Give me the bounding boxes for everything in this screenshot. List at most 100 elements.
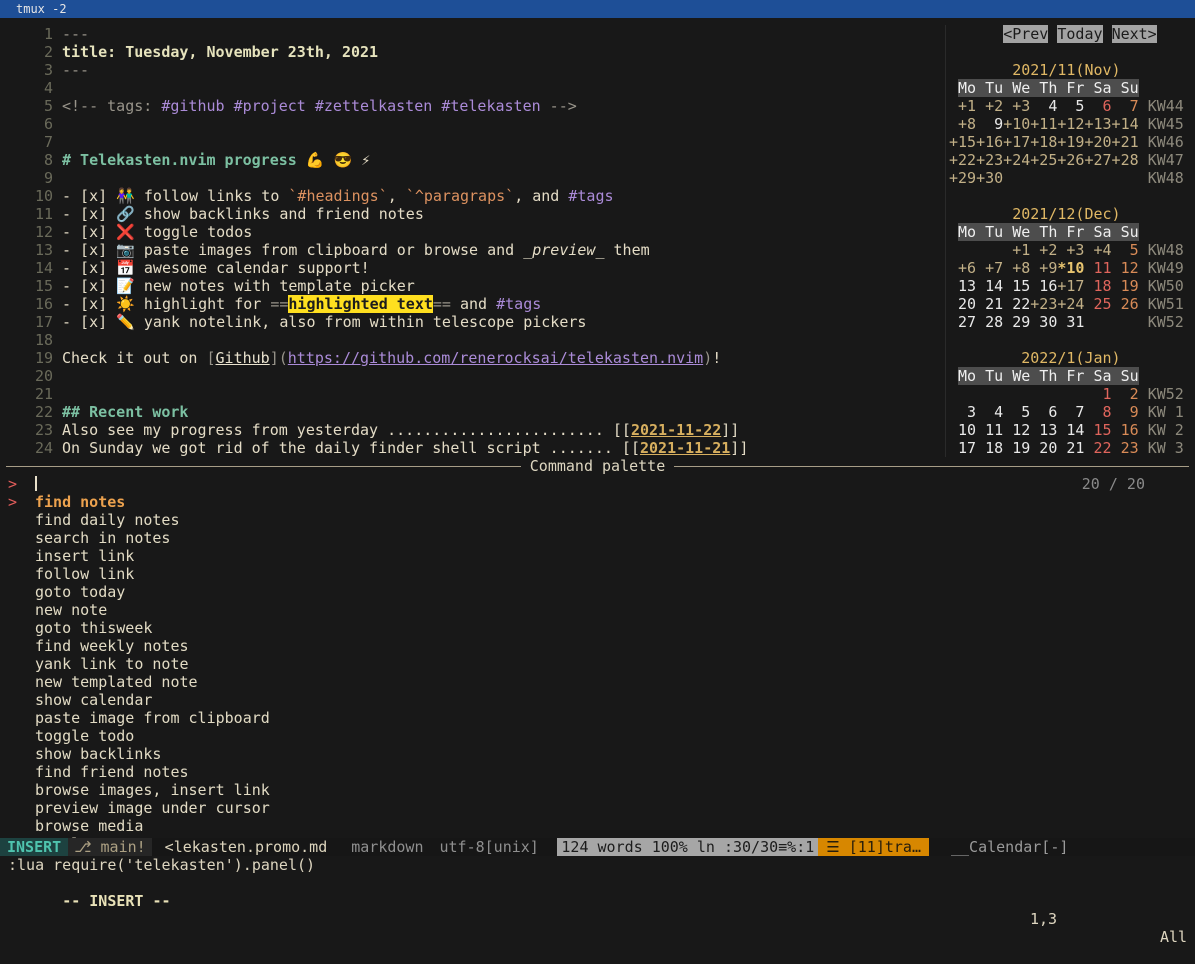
calendar-day[interactable]: 17 18 19 20 21: [949, 439, 1084, 457]
calendar-sunday[interactable]: 5: [1112, 241, 1139, 259]
calendar-prev-button[interactable]: <Prev: [1003, 25, 1048, 43]
selected-item[interactable]: find notes: [35, 493, 125, 511]
calendar-day[interactable]: 3 4 5 6 7: [949, 403, 1084, 421]
wikilink[interactable]: 2021-11-21: [640, 439, 730, 457]
text-cursor[interactable]: [35, 476, 37, 491]
palette-item[interactable]: show backlinks: [0, 745, 1195, 763]
editor-line[interactable]: 18: [8, 331, 945, 349]
editor-line[interactable]: 16- [x] ☀️ highlight for ==highlighted t…: [8, 295, 945, 313]
palette-item[interactable]: preview image under cursor: [0, 799, 1195, 817]
calendar-saturday[interactable]: 1: [1084, 385, 1111, 403]
palette-item[interactable]: find friend notes: [0, 763, 1195, 781]
calendar-sunday[interactable]: 12: [1112, 259, 1139, 277]
calendar-day-with-note[interactable]: +6 +7 +8 +9: [949, 259, 1057, 277]
calendar-day-with-note[interactable]: +1 +2 +3 +4: [1003, 241, 1111, 259]
calendar-day-with-note[interactable]: +22+23+24+25+26+27+28: [949, 151, 1139, 169]
editor-line[interactable]: 15- [x] 📝 new notes with template picker: [8, 277, 945, 295]
editor-line[interactable]: 8# Telekasten.nvim progress 💪 😎 ⚡: [8, 151, 945, 169]
calendar-day-with-note[interactable]: +10+11+12+13+14: [1003, 115, 1138, 133]
editor-line[interactable]: 9: [8, 169, 945, 187]
calendar-sunday[interactable]: 9: [1112, 403, 1139, 421]
calendar-sunday[interactable]: 23: [1112, 439, 1139, 457]
calendar-sunday[interactable]: 19: [1112, 277, 1139, 295]
line-number: 18: [8, 331, 53, 349]
calendar-saturday[interactable]: 25: [1084, 295, 1111, 313]
editor-line[interactable]: 3---: [8, 61, 945, 79]
palette-item[interactable]: new note: [0, 601, 1195, 619]
editor-line[interactable]: 13- [x] 📷 paste images from clipboard or…: [8, 241, 945, 259]
palette-item[interactable]: paste image from clipboard: [0, 709, 1195, 727]
calendar-day-with-note[interactable]: +8: [949, 115, 976, 133]
calendar-day-with-note[interactable]: +1 +2 +3: [949, 97, 1030, 115]
palette-item[interactable]: find weekly notes: [0, 637, 1195, 655]
wikilink[interactable]: 2021-11-22: [631, 421, 721, 439]
command-line[interactable]: :lua require('telekasten').panel(): [0, 856, 1195, 874]
editor-line[interactable]: 5<!-- tags: #github #project #zettelkast…: [8, 97, 945, 115]
editor-line[interactable]: 14- [x] 📅 awesome calendar support!: [8, 259, 945, 277]
calendar-day[interactable]: 27 28 29 30 31: [949, 313, 1084, 331]
calendar-saturday[interactable]: 11: [1084, 259, 1111, 277]
calendar-day[interactable]: 10 11 12 13 14: [949, 421, 1084, 439]
calendar-day-with-note[interactable]: +15+16+17+18+19+20+21: [949, 133, 1139, 151]
line-number: 6: [8, 115, 53, 133]
link-url[interactable]: https://github.com/renerocksai/telekaste…: [288, 349, 703, 367]
editor-line[interactable]: 19Check it out on [Github](https://githu…: [8, 349, 945, 367]
editor-line[interactable]: 23Also see my progress from yesterday ..…: [8, 421, 945, 439]
calendar-day[interactable]: 20 21 22: [949, 295, 1030, 313]
calendar-sunday[interactable]: 7: [1112, 97, 1139, 115]
palette-item[interactable]: search in notes: [0, 529, 1195, 547]
calendar-day[interactable]: 9: [976, 115, 1003, 133]
palette-item[interactable]: yank link to note: [0, 655, 1195, 673]
calendar-sunday[interactable]: 26: [1112, 295, 1139, 313]
editor-pane[interactable]: 1---2title: Tuesday, November 23th, 2021…: [0, 25, 945, 457]
calendar-next-button[interactable]: Next>: [1112, 25, 1157, 43]
calendar-day-with-note[interactable]: +17: [1057, 277, 1084, 295]
calendar-saturday[interactable]: 18: [1084, 277, 1111, 295]
text: awesome calendar support!: [135, 259, 370, 277]
editor-line[interactable]: 12- [x] ❌ toggle todos: [8, 223, 945, 241]
calendar-day-with-note[interactable]: +29+30: [949, 169, 1003, 187]
calendar-saturday[interactable]: 8: [1084, 403, 1111, 421]
calendar-day-with-note[interactable]: +23+24: [1030, 295, 1084, 313]
palette-item[interactable]: browse images, insert link: [0, 781, 1195, 799]
calendar-today[interactable]: *10: [1057, 259, 1084, 277]
editor-line[interactable]: 6: [8, 115, 945, 133]
line-number: 17: [8, 313, 53, 331]
calendar-sunday[interactable]: 16: [1112, 421, 1139, 439]
palette-item[interactable]: toggle todo: [0, 727, 1195, 745]
editor-line[interactable]: 20: [8, 367, 945, 385]
editor-line[interactable]: 2title: Tuesday, November 23th, 2021: [8, 43, 945, 61]
calendar-month-title: 2021/11(Nov): [1012, 61, 1120, 79]
palette-prompt-row[interactable]: > 20 / 20: [0, 475, 1195, 493]
palette-item[interactable]: follow link: [0, 565, 1195, 583]
palette-item[interactable]: new templated note: [0, 673, 1195, 691]
calendar-sunday[interactable]: 2: [1112, 385, 1139, 403]
palette-item[interactable]: goto today: [0, 583, 1195, 601]
editor-line[interactable]: 7: [8, 133, 945, 151]
github-link[interactable]: Github: [216, 349, 270, 367]
line-number: 20: [8, 367, 53, 385]
palette-item[interactable]: insert link: [0, 547, 1195, 565]
calendar-saturday[interactable]: 6: [1084, 97, 1111, 115]
editor-line[interactable]: 17- [x] ✏️ yank notelink, also from with…: [8, 313, 945, 331]
calendar-saturday[interactable]: 22: [1084, 439, 1111, 457]
calendar-day[interactable]: 4 5: [1030, 97, 1084, 115]
text: Check it out on: [62, 349, 207, 367]
editor-line[interactable]: 1---: [8, 25, 945, 43]
calendar-day[interactable]: 13 14 15 16: [949, 277, 1057, 295]
palette-item[interactable]: find daily notes: [0, 511, 1195, 529]
editor-line[interactable]: 10- [x] 👫 follow links to `#headings`, `…: [8, 187, 945, 205]
calendar-pane[interactable]: <Prev Today Next> 2021/11(Nov) Mo Tu We …: [945, 25, 1195, 457]
palette-selected-row[interactable]: > find notes: [0, 493, 1195, 511]
editor-line[interactable]: 22## Recent work: [8, 403, 945, 421]
editor-line[interactable]: 21: [8, 385, 945, 403]
editor-line[interactable]: 11- [x] 🔗 show backlinks and friend note…: [8, 205, 945, 223]
editor-line[interactable]: 24On Sunday we got rid of the daily find…: [8, 439, 945, 457]
line-number: 23: [8, 421, 53, 439]
palette-item[interactable]: goto thisweek: [0, 619, 1195, 637]
calendar-today-button[interactable]: Today: [1057, 25, 1102, 43]
palette-item[interactable]: show calendar: [0, 691, 1195, 709]
editor-line[interactable]: 4: [8, 79, 945, 97]
palette-item[interactable]: browse media: [0, 817, 1195, 835]
calendar-saturday[interactable]: 15: [1084, 421, 1111, 439]
